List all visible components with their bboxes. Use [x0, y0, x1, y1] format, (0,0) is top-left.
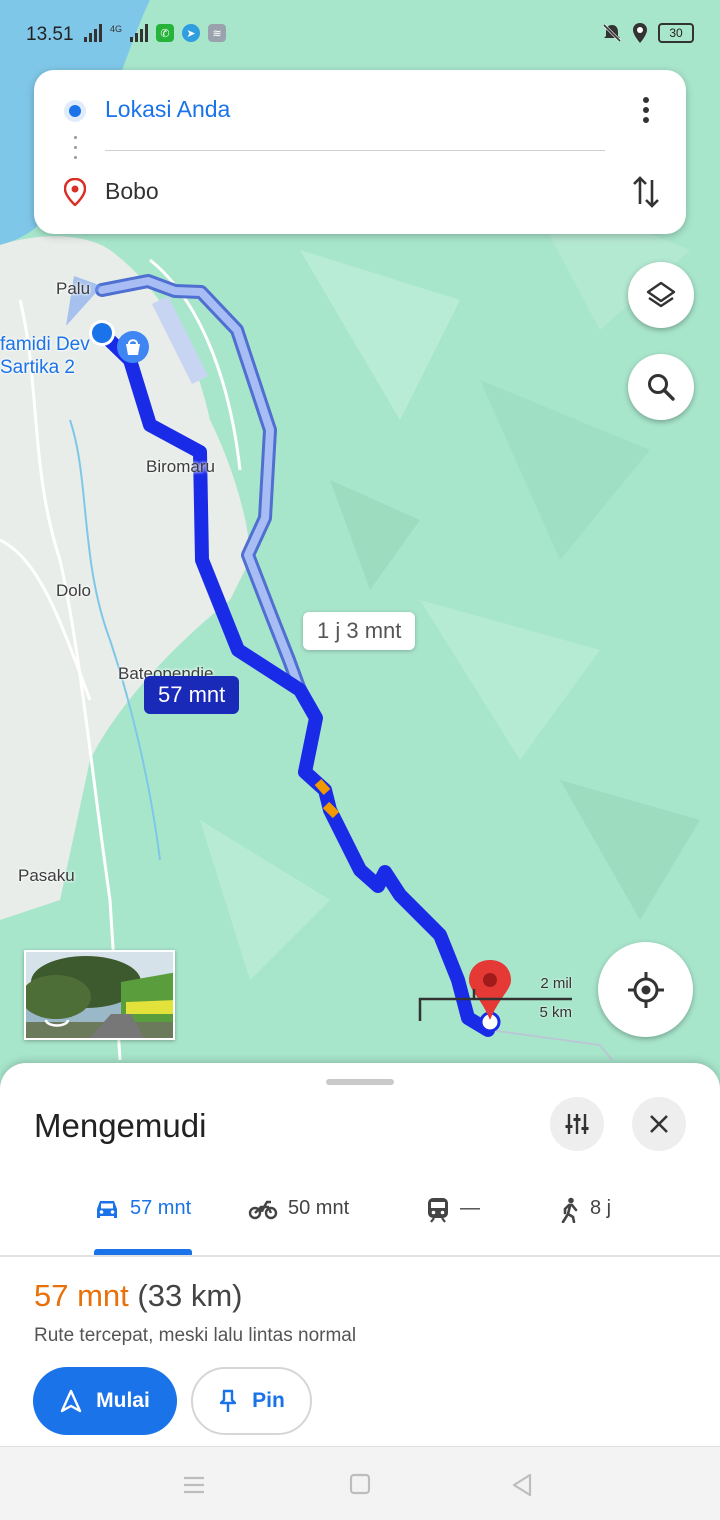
route-summary: 57 mnt (33 km) [34, 1278, 242, 1314]
crosshair-icon [627, 971, 664, 1008]
travel-mode-tabs: 57 mnt 50 mnt — 8 j [0, 1187, 720, 1257]
connector-dots [74, 136, 77, 159]
signal-icon-2 [130, 24, 149, 42]
tab-motorcycle[interactable]: 50 mnt [248, 1187, 349, 1257]
route-duration: 57 mnt [34, 1278, 129, 1313]
street-view-thumbnail[interactable] [24, 950, 175, 1040]
shopping-poi-icon [117, 331, 149, 363]
my-location-button[interactable] [598, 942, 693, 1037]
back-nav-icon[interactable] [511, 1473, 533, 1497]
network-type-label: 4G [110, 24, 123, 34]
search-along-route-button[interactable] [628, 354, 694, 420]
system-navigation-bar [0, 1446, 720, 1520]
menu-nav-icon[interactable] [182, 1475, 206, 1495]
telegram-icon: ➤ [182, 24, 201, 42]
close-button[interactable] [632, 1097, 686, 1151]
walk-icon [561, 1197, 578, 1223]
whatsapp-icon: ✆ [156, 24, 175, 42]
destination-marker-icon [64, 178, 86, 206]
place-label-palu: Palu [56, 279, 91, 298]
swap-vert-icon [633, 176, 659, 208]
start-label: Mulai [96, 1389, 150, 1412]
navigation-arrow-icon [60, 1389, 82, 1413]
pin-route-button[interactable]: Pin [191, 1367, 312, 1435]
route-options-button[interactable] [550, 1097, 604, 1151]
directions-card: Lokasi Anda Bobo [34, 70, 686, 234]
swap-locations-button[interactable] [628, 172, 664, 212]
signal-icon [84, 24, 102, 42]
location-status-icon [633, 23, 647, 43]
layers-icon [646, 281, 676, 308]
motorcycle-duration: 50 mnt [288, 1197, 350, 1219]
sheet-divider [0, 1255, 720, 1257]
alt-route-time-label[interactable]: 1 j 3 mnt [303, 612, 416, 650]
destination-field[interactable]: Bobo [105, 178, 159, 205]
mute-icon [602, 23, 622, 43]
tab-drive[interactable]: 57 mnt [94, 1187, 191, 1257]
walk-duration: 8 j [590, 1197, 612, 1219]
status-bar: 13.51 4G ✆ ➤ ≋ 30 [0, 0, 720, 70]
status-time: 13.51 [26, 24, 74, 45]
scale-km: 5 km [539, 1004, 572, 1021]
home-nav-icon[interactable] [349, 1473, 371, 1495]
more-vert-icon [643, 97, 649, 123]
pin-icon [219, 1389, 237, 1412]
close-icon [650, 1115, 668, 1133]
directions-bottom-sheet: Mengemudi 57 mnt 50 mnt — 8 j 57 mnt (33… [0, 1063, 720, 1448]
route-distance: (33 km) [137, 1278, 243, 1313]
more-options-button[interactable] [628, 92, 664, 128]
origin-field[interactable]: Lokasi Anda [105, 96, 230, 123]
tab-transit[interactable]: — [426, 1187, 480, 1257]
place-label-dolo: Dolo [56, 581, 91, 600]
tune-icon [565, 1114, 589, 1134]
field-divider [105, 150, 605, 151]
map-scale: 2 mil 5 km [418, 975, 574, 1023]
place-label-biromaru: Biromaru [146, 457, 215, 476]
main-route-time-label[interactable]: 57 mnt [144, 676, 240, 714]
battery-icon: 30 [658, 23, 694, 43]
route-description: Rute tercepat, meski lalu lintas normal [34, 1325, 357, 1346]
pin-label: Pin [252, 1389, 285, 1412]
transit-duration: — [460, 1197, 480, 1219]
place-label-poi[interactable]: famidi Dev Sartika 2 [0, 333, 90, 379]
car-icon [97, 1201, 117, 1218]
search-icon [648, 374, 675, 401]
layers-app-icon: ≋ [208, 24, 227, 42]
motorcycle-icon [248, 1200, 278, 1220]
layers-button[interactable] [628, 262, 694, 328]
tab-walk[interactable]: 8 j [558, 1187, 611, 1257]
place-label-pasaku: Pasaku [18, 866, 75, 885]
start-navigation-button[interactable]: Mulai [33, 1367, 177, 1435]
sheet-drag-handle[interactable] [326, 1079, 394, 1085]
origin-dot-icon [64, 100, 86, 122]
train-icon [428, 1198, 448, 1223]
sheet-title: Mengemudi [34, 1107, 207, 1144]
scale-miles: 2 mil [540, 975, 572, 992]
drive-duration: 57 mnt [130, 1197, 192, 1219]
